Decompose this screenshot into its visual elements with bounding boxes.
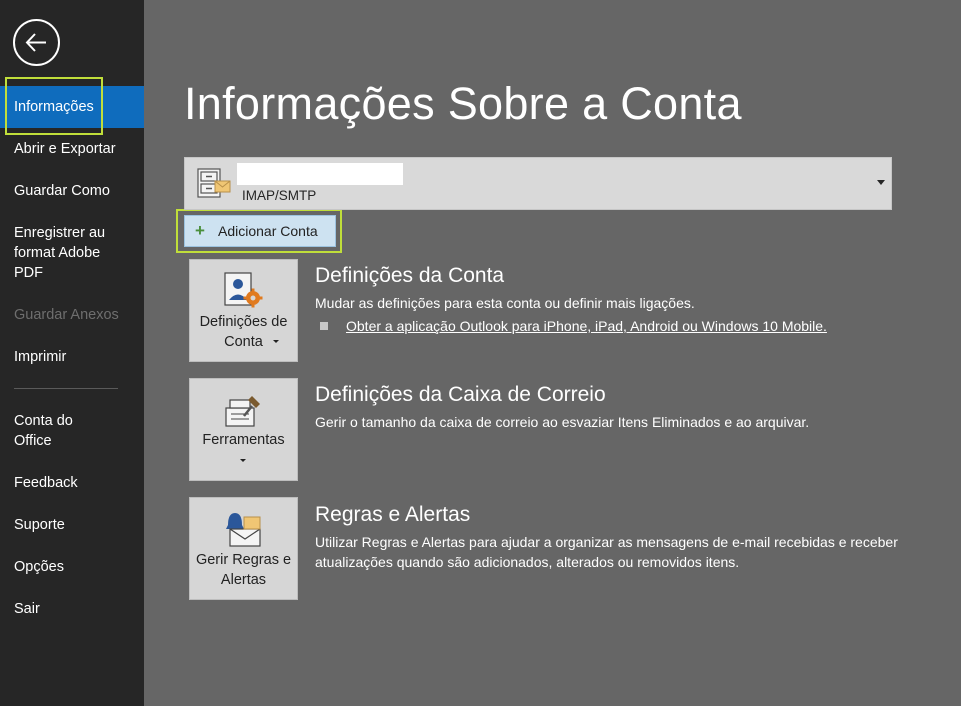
nav-item-abrir-exportar[interactable]: Abrir e Exportar: [0, 139, 144, 159]
tile-label: Definições de Conta: [199, 314, 288, 350]
nav-item-opcoes[interactable]: Opções: [0, 557, 144, 577]
nav-item-label: Guardar Anexos: [14, 307, 119, 323]
nav-item-guardar-como[interactable]: Guardar Como: [0, 181, 144, 201]
nav-item-label: Guardar Como: [14, 183, 110, 199]
caret-down-icon: [273, 340, 279, 343]
nav-item-imprimir[interactable]: Imprimir: [0, 347, 144, 367]
nav-item-sair[interactable]: Sair: [0, 599, 144, 619]
nav-item-label: Opções: [14, 559, 64, 575]
nav-item-label: Feedback: [14, 475, 78, 491]
nav-item-label: Enregistrer au format Adobe PDF: [14, 225, 106, 281]
nav-item-label: Suporte: [14, 517, 65, 533]
back-arrow-icon: [25, 33, 46, 52]
manage-rules-tile[interactable]: Gerir Regras e Alertas: [189, 497, 298, 600]
tools-tile[interactable]: Ferramentas: [189, 378, 298, 481]
page-title: Informações Sobre a Conta: [184, 78, 742, 129]
section-description: Utilizar Regras e Alertas para ajudar a …: [315, 534, 898, 570]
tile-label: Ferramentas: [202, 432, 285, 448]
section-title: Definições da Caixa de Correio: [315, 383, 606, 406]
nav-item-label: Sair: [14, 601, 40, 617]
account-mailbox-icon: [197, 168, 231, 198]
nav-item-suporte[interactable]: Suporte: [0, 515, 144, 535]
nav-item-label: Conta do Office: [14, 413, 73, 449]
back-button[interactable]: [13, 19, 60, 66]
nav-item-label: Imprimir: [14, 349, 67, 365]
tools-icon: [225, 396, 260, 427]
account-name-redacted: [237, 163, 403, 185]
section-title: Regras e Alertas: [315, 503, 471, 526]
plus-icon: +: [195, 221, 205, 240]
section-description: Gerir o tamanho da caixa de correio ao e…: [315, 414, 810, 430]
add-account-button[interactable]: + Adicionar Conta: [184, 215, 336, 247]
nav-item-feedback[interactable]: Feedback: [0, 473, 144, 493]
nav-item-adobe-pdf[interactable]: Enregistrer au format Adobe PDF: [0, 223, 120, 283]
rules-alerts-icon: [226, 513, 261, 547]
outlook-mobile-link[interactable]: Obter a aplicação Outlook para iPhone, i…: [346, 318, 827, 334]
nav-item-label: Abrir e Exportar: [14, 141, 116, 157]
backstage-sidebar: Informações Abrir e Exportar Guardar Com…: [0, 0, 144, 706]
chevron-down-icon[interactable]: [877, 180, 885, 185]
section-title: Definições da Conta: [315, 264, 505, 287]
caret-down-icon: [240, 459, 246, 462]
tile-label: Gerir Regras e Alertas: [195, 552, 292, 588]
nav-divider: [14, 388, 118, 389]
nav-item-conta-office[interactable]: Conta do Office: [0, 411, 100, 451]
account-settings-icon: [224, 272, 263, 308]
nav-item-guardar-anexos: Guardar Anexos: [0, 305, 144, 325]
nav-item-informacoes[interactable]: Informações: [0, 86, 144, 128]
nav-item-label: Informações: [14, 99, 94, 115]
add-account-label: Adicionar Conta: [218, 223, 318, 239]
section-description: Mudar as definições para esta conta ou d…: [315, 295, 695, 311]
account-selector[interactable]: IMAP/SMTP: [184, 157, 892, 210]
bullet-icon: [320, 322, 328, 330]
account-settings-tile[interactable]: Definições de Conta: [189, 259, 298, 362]
account-type-label: IMAP/SMTP: [242, 188, 317, 203]
